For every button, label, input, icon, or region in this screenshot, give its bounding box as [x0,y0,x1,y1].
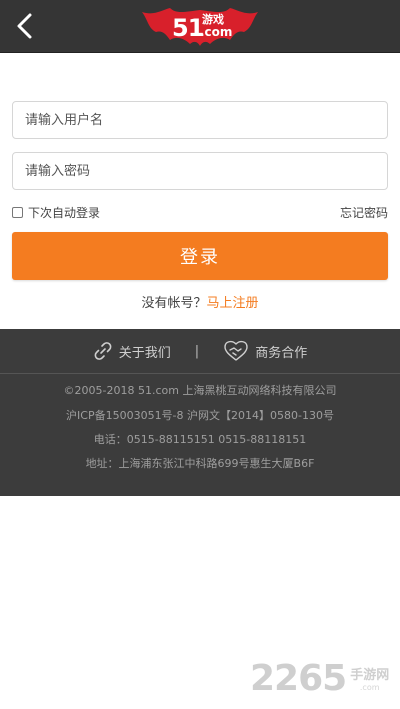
logo-domain-text: .com [200,25,233,39]
footer-separator: | [194,343,200,359]
remember-label: 下次自动登录 [28,205,101,220]
icp-text: 沪ICP备15003051号-8 沪网文【2014】0580-130号 [66,409,334,422]
business-link[interactable]: 商务合作 [223,340,307,362]
business-label: 商务合作 [255,345,308,361]
watermark-right: 手游网 .com [350,664,389,692]
watermark-url: .com [359,683,380,692]
username-input[interactable] [12,101,388,139]
about-us-link[interactable]: 关于我们 [93,341,171,361]
phone-text: 电话：0515-88115151 0515-88118151 [93,433,307,446]
register-link[interactable]: 马上注册 [207,296,259,311]
logo-number: 51 [172,14,204,42]
password-input[interactable] [12,152,388,190]
remember-me[interactable]: 下次自动登录 [12,204,100,220]
about-us-label: 关于我们 [118,345,171,361]
footer-links: 关于我们 | 商务合作 [0,329,400,374]
link-icon [94,342,112,360]
no-account-text: 没有帐号？ [141,296,207,311]
remember-checkbox[interactable] [12,206,23,218]
forgot-password-link[interactable]: 忘记密码 [340,204,388,221]
watermark: 2265 手游网 .com [250,656,389,700]
register-prompt: 没有帐号？马上注册 [0,292,400,311]
chevron-left-icon [17,13,32,39]
watermark-number: 2265 [250,657,347,699]
watermark-cn: 手游网 [350,668,390,683]
address-text: 地址：上海浦东张江中科路699号惠生大厦B6F [85,457,315,470]
footer: 关于我们 | 商务合作 ©2005-2018 51.com 上海黑桃互动网络科技… [0,329,400,496]
logo: 51 游戏 .com [140,6,260,48]
back-button[interactable] [12,12,40,40]
copyright-text: ©2005-2018 51.com 上海黑桃互动网络科技有限公司 [63,384,337,397]
login-button[interactable]: 登录 [12,232,388,280]
top-bar: 51 游戏 .com [0,0,400,53]
handshake-icon [224,340,248,361]
